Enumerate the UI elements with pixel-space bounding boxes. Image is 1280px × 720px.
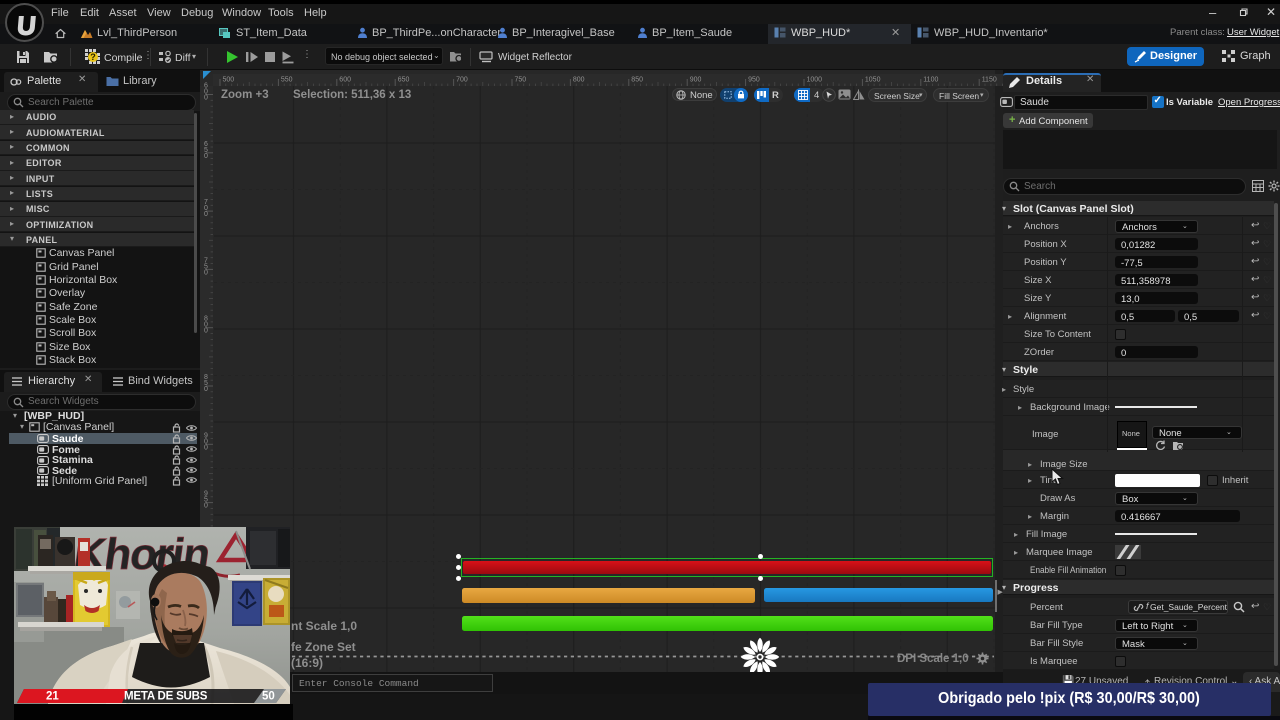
svg-text:1150: 1150 xyxy=(982,77,997,84)
svg-text:550: 550 xyxy=(281,77,293,84)
svg-text:0: 0 xyxy=(204,444,208,451)
svg-text:650: 650 xyxy=(398,77,410,84)
svg-text:850: 850 xyxy=(631,77,643,84)
svg-text:750: 750 xyxy=(515,77,527,84)
svg-text:1050: 1050 xyxy=(865,77,881,84)
svg-text:600: 600 xyxy=(339,77,351,84)
svg-text:0: 0 xyxy=(204,269,208,276)
svg-text:500: 500 xyxy=(223,77,235,84)
svg-text:0: 0 xyxy=(204,503,208,510)
svg-text:0: 0 xyxy=(204,153,208,160)
svg-text:0: 0 xyxy=(204,386,208,393)
svg-text:950: 950 xyxy=(748,77,760,84)
svg-text:0: 0 xyxy=(204,328,208,335)
svg-text:1000: 1000 xyxy=(807,77,823,84)
svg-text:50: 50 xyxy=(262,691,275,703)
svg-text:900: 900 xyxy=(690,77,702,84)
svg-text:21: 21 xyxy=(46,691,59,703)
svg-text:0: 0 xyxy=(204,211,208,218)
svg-text:800: 800 xyxy=(573,77,585,84)
svg-text:0: 0 xyxy=(204,95,208,102)
svg-text:?: ? xyxy=(90,52,96,62)
svg-text:1100: 1100 xyxy=(923,77,938,84)
svg-text:META DE SUBS: META DE SUBS xyxy=(124,691,208,703)
svg-text:700: 700 xyxy=(456,77,468,84)
